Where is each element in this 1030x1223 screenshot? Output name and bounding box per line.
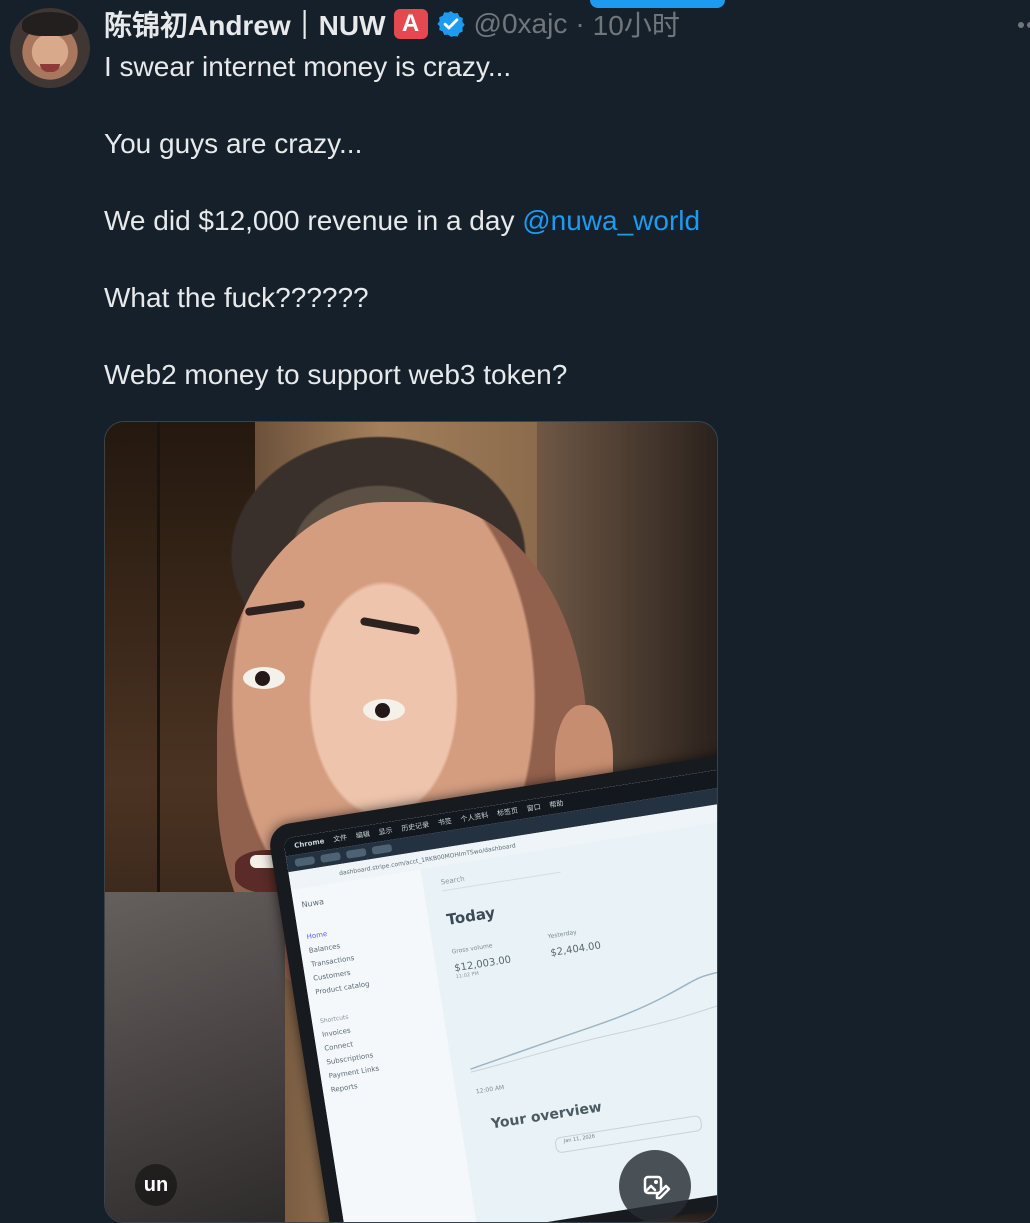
browser-tab (294, 855, 316, 868)
menu-item: 个人资料 (460, 811, 489, 824)
tweet-line-2: You guys are crazy... (104, 128, 363, 159)
menu-item: 显示 (378, 826, 394, 837)
browser-tab (371, 843, 393, 855)
photo-left-eye (243, 667, 285, 689)
photo-right-eye (363, 699, 405, 721)
tweet-text: I swear internet money is crazy... You g… (104, 48, 984, 433)
tweet-line-3: We did $12,000 revenue in a day @nuwa_wo… (104, 202, 984, 240)
tweet-time[interactable]: 10小时 (593, 4, 680, 44)
date-range: Jan 11, 2026 (554, 1114, 703, 1154)
menu-item: 窗口 (526, 802, 542, 814)
volume-line (470, 971, 717, 1070)
menu-item: 书签 (437, 817, 453, 828)
tweet-media-photo[interactable]: Chrome 文件 编辑 显示 历史记录 书签 个人资料 标签页 窗口 帮助 d… (104, 421, 718, 1223)
gross-volume-metric: Gross volume $12,003.00 11:02 PM (451, 940, 513, 980)
photo-shirt (105, 892, 285, 1222)
dashboard-search: Search (440, 859, 561, 892)
menu-item: Chrome (293, 837, 325, 850)
verified-badge-icon (436, 11, 465, 37)
more-horizontal-icon[interactable] (1018, 22, 1030, 28)
photo-left-pupil (255, 671, 270, 686)
author-handle[interactable]: @0xajc (474, 8, 568, 40)
graph-time: 12:00 AM (475, 1084, 505, 1096)
image-edit-icon (643, 1175, 671, 1200)
avatar[interactable] (10, 8, 90, 88)
tweet-line-1: I swear internet money is crazy... (104, 51, 512, 82)
author-name[interactable]: 陈锦初Andrew｜NUW (104, 4, 386, 44)
browser-tab (345, 847, 367, 859)
time-separator: · (575, 8, 585, 39)
tweet-line-5: Web2 money to support web3 token? (104, 359, 568, 390)
avatar-hair (22, 12, 78, 36)
yesterday-line (470, 1003, 717, 1073)
tweet-header: 陈锦初Andrew｜NUW A @0xajc · 10小时 (104, 6, 680, 42)
photo-right-pupil (375, 703, 390, 718)
gross-volume-label: Gross volume (451, 942, 493, 956)
menu-item: 帮助 (548, 799, 565, 810)
menu-item: 编辑 (355, 830, 371, 841)
menu-item: 标签页 (496, 806, 519, 818)
avatar-mouth (40, 64, 60, 72)
yesterday-label: Yesterday (547, 928, 578, 941)
tweet-line-3-text: We did $12,000 revenue in a day (104, 205, 523, 236)
name-badge: A (393, 9, 428, 39)
yesterday-value: $2,404.00 (549, 940, 602, 960)
overview-title: Your overview (490, 1099, 603, 1133)
menu-item: 文件 (332, 833, 348, 844)
menu-item: 历史记录 (400, 820, 430, 833)
yesterday-metric: Yesterday $2,404.00 (547, 925, 602, 965)
image-edit-button[interactable] (619, 1150, 691, 1222)
company-name: Nuwa (300, 897, 325, 910)
mention-link[interactable]: @nuwa_world (522, 205, 700, 236)
more-dot (1018, 22, 1024, 28)
browser-tab (320, 851, 342, 863)
tweet-line-4: What the fuck?????? (104, 282, 369, 313)
